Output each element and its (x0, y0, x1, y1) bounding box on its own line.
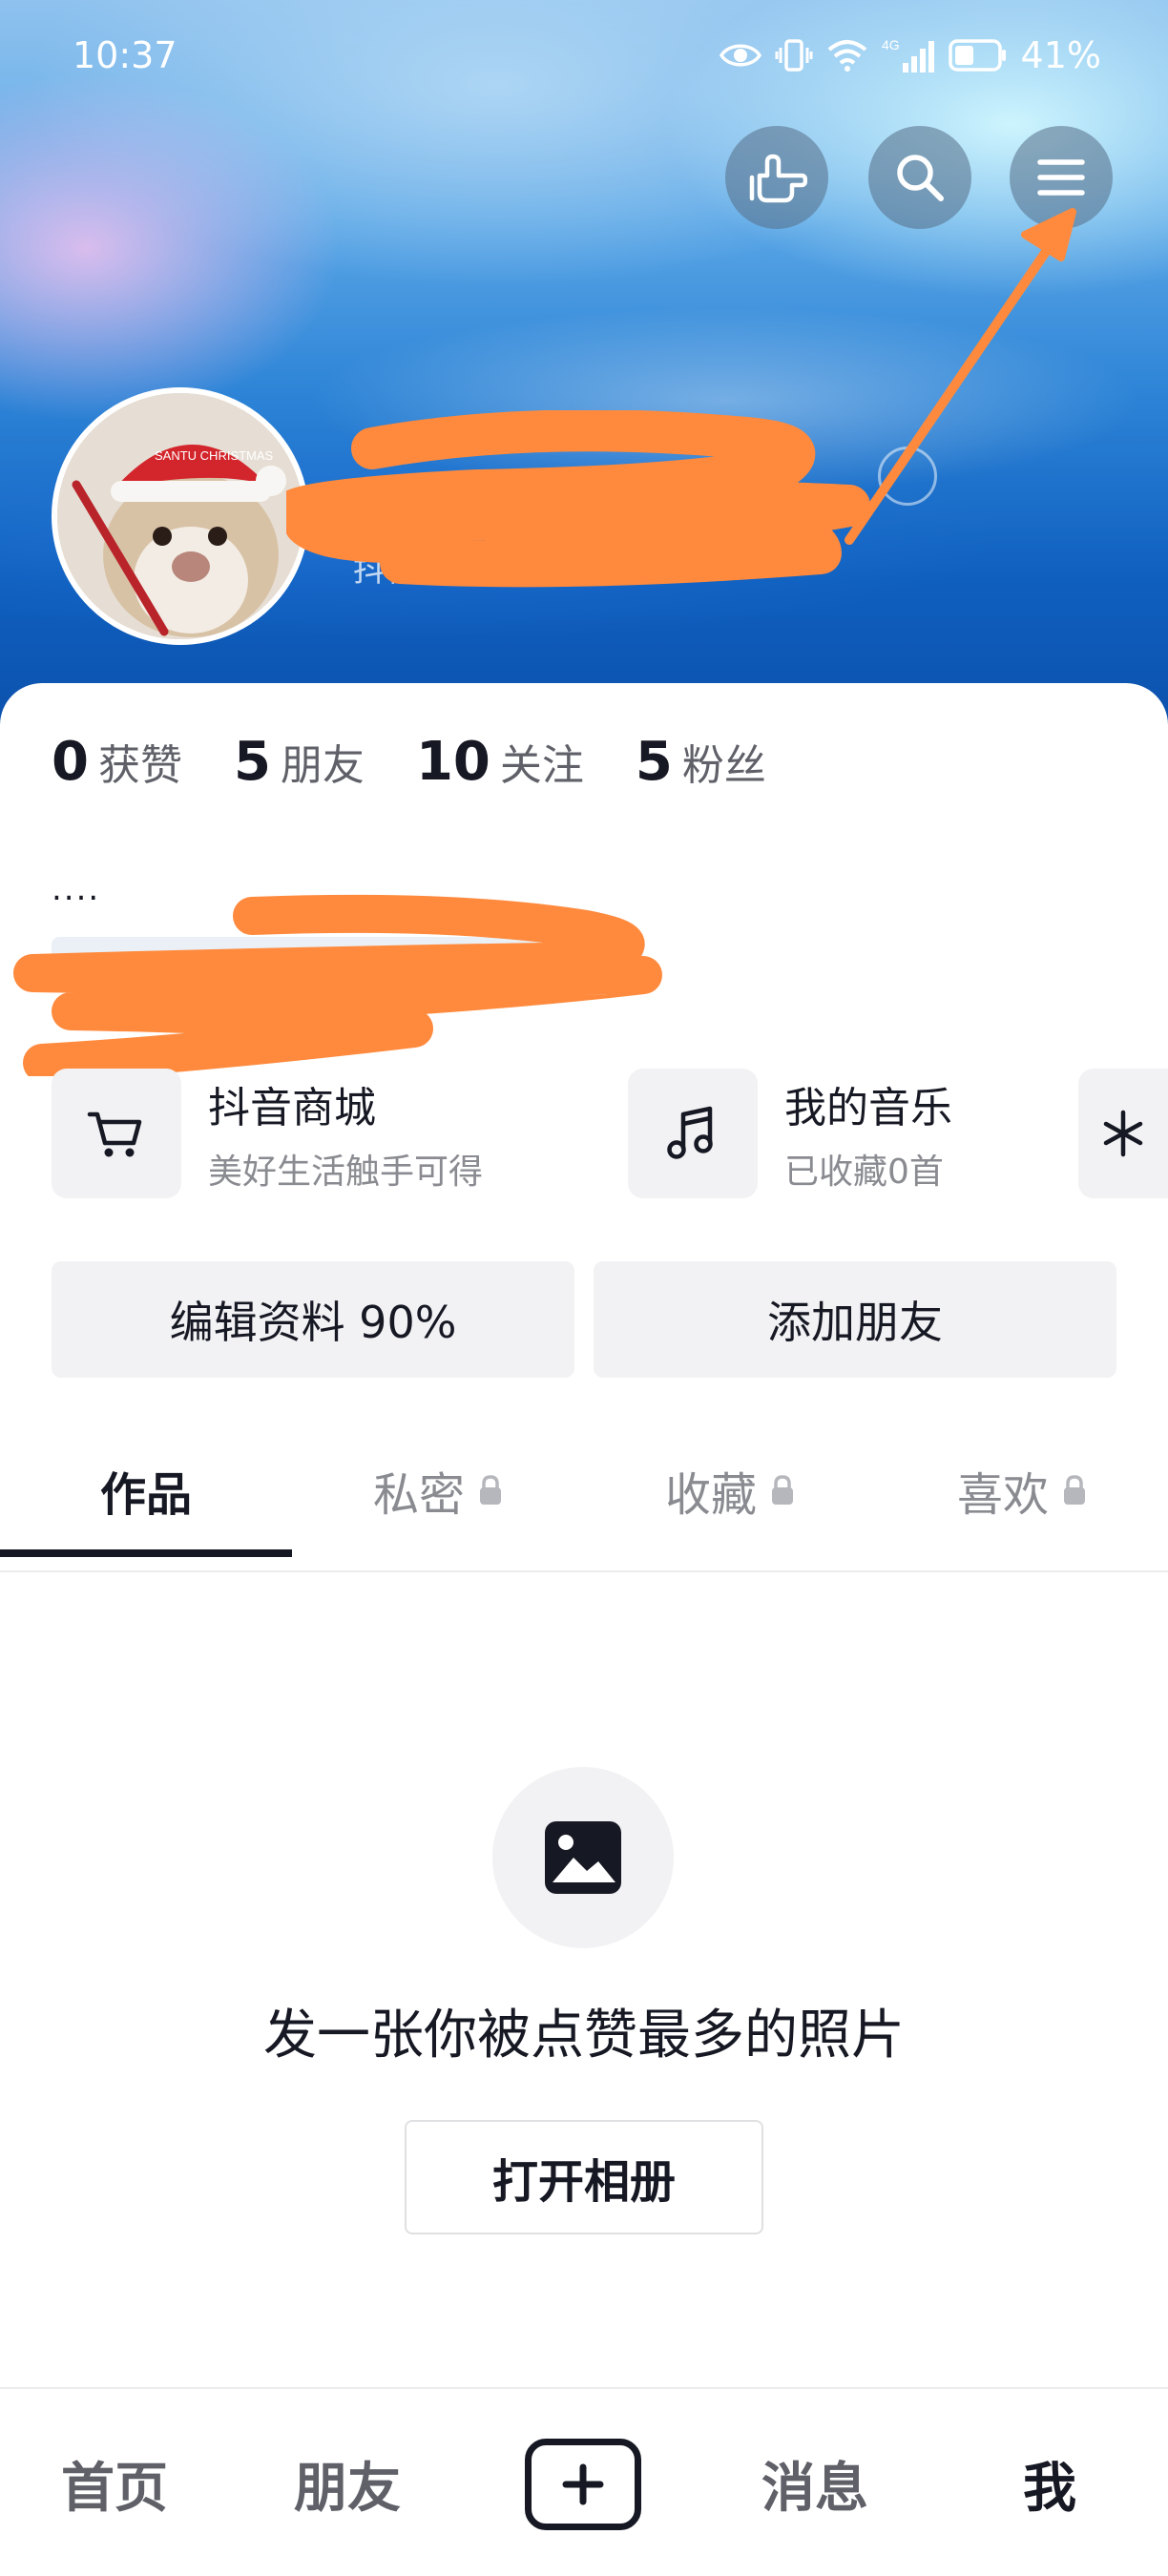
tab-likes[interactable]: 喜欢 (876, 1408, 1168, 1572)
avatar[interactable]: SANTU CHRISTMAS (52, 387, 309, 645)
nav-friends[interactable]: 朋友 (233, 2389, 462, 2576)
bio-redaction (13, 894, 662, 1076)
active-tab-indicator (0, 1549, 292, 1557)
lock-icon (772, 1475, 793, 1505)
bottom-nav: 首页 朋友 消息 我 (0, 2387, 1168, 2576)
verify-badge (878, 447, 937, 506)
stat-label: 关注 (499, 741, 584, 790)
tab-label: 私密 (372, 1468, 465, 1522)
stat-value: 5 (635, 731, 673, 793)
stat-value: 5 (233, 731, 271, 793)
empty-state-icon (492, 1767, 674, 1948)
nav-messages[interactable]: 消息 (700, 2389, 929, 2576)
stat-value: 10 (415, 731, 490, 793)
wifi-icon (827, 40, 866, 72)
profile-card: 0 获赞 5 朋友 10 关注 5 粉丝 .... 收藏 抖音商城 美好生活触手… (0, 683, 1168, 2576)
status-bar: 10:37 4G 41% (0, 0, 1168, 114)
menu-icon (1037, 159, 1085, 196)
lock-icon (1064, 1475, 1085, 1505)
tab-private[interactable]: 私密 (292, 1408, 584, 1572)
search-icon (897, 155, 944, 201)
tab-label: 作品 (99, 1468, 192, 1522)
search-button[interactable] (868, 126, 971, 229)
shortcut-more[interactable] (1078, 1067, 1168, 1200)
content-tabs: 作品 私密 收藏 喜欢 (0, 1408, 1168, 1572)
plus-icon (562, 2463, 604, 2505)
shortcut-subtitle: 已收藏0首 (784, 1153, 944, 1192)
stat-likes: 0 获赞 (52, 731, 182, 793)
stat-label: 粉丝 (681, 741, 766, 790)
battery-percent: 41% (1020, 34, 1101, 76)
vibrate-icon (775, 39, 813, 72)
tab-label: 喜欢 (956, 1468, 1049, 1522)
shortcut-mall[interactable]: 抖音商城 美好生活触手可得 (52, 1067, 483, 1200)
menu-button[interactable] (1010, 126, 1113, 229)
status-icons: 4G 41% (719, 32, 1101, 78)
cart-icon (87, 1111, 142, 1157)
svg-text:4G: 4G (882, 37, 900, 52)
avatar-image: SANTU CHRISTMAS (57, 393, 303, 639)
shortcut-icon-box (628, 1069, 758, 1198)
stat-label: 获赞 (97, 741, 182, 790)
tab-works[interactable]: 作品 (0, 1408, 292, 1572)
battery-icon (948, 39, 1006, 72)
shortcut-title: 我的音乐 (784, 1084, 952, 1132)
shortcut-icon-box (1078, 1069, 1168, 1198)
stat-label: 朋友 (280, 741, 365, 790)
tab-label: 收藏 (664, 1468, 757, 1522)
edit-profile-button[interactable]: 编辑资料 90% (52, 1261, 574, 1378)
visitor-button[interactable] (725, 126, 828, 229)
cellular-signal-icon: 4G (882, 37, 934, 73)
stats-row: 0 获赞 5 朋友 10 关注 5 粉丝 (52, 731, 818, 793)
nav-home[interactable]: 首页 (0, 2389, 229, 2576)
shortcut-title: 抖音商城 (208, 1084, 376, 1132)
nickname-redaction (286, 410, 870, 588)
stat-friends[interactable]: 5 朋友 (234, 731, 365, 793)
eye-icon (719, 44, 761, 67)
music-note-icon (667, 1106, 713, 1159)
open-album-button[interactable]: 打开相册 (405, 2120, 763, 2234)
stat-value: 0 (52, 731, 89, 793)
tab-favorites[interactable]: 收藏 (584, 1408, 876, 1572)
nav-me[interactable]: 我 (935, 2389, 1164, 2576)
image-icon (545, 1821, 621, 1894)
shortcut-subtitle: 美好生活触手可得 (208, 1153, 484, 1192)
status-time: 10:37 (73, 34, 177, 76)
empty-state-message: 发一张你被点赞最多的照片 (263, 2005, 905, 2067)
avatar-caption: SANTU CHRISTMAS (155, 448, 274, 463)
lock-icon (480, 1475, 501, 1505)
sparkle-icon (1103, 1110, 1143, 1157)
stat-followers[interactable]: 5 粉丝 (636, 731, 766, 793)
create-button[interactable] (525, 2439, 641, 2530)
shortcut-icon-box (52, 1069, 181, 1198)
pointing-hand-icon (749, 154, 807, 203)
add-friend-button[interactable]: 添加朋友 (594, 1261, 1116, 1378)
shortcut-music[interactable]: 我的音乐 已收藏0首 (628, 1067, 952, 1200)
stat-following[interactable]: 10 关注 (416, 731, 584, 793)
